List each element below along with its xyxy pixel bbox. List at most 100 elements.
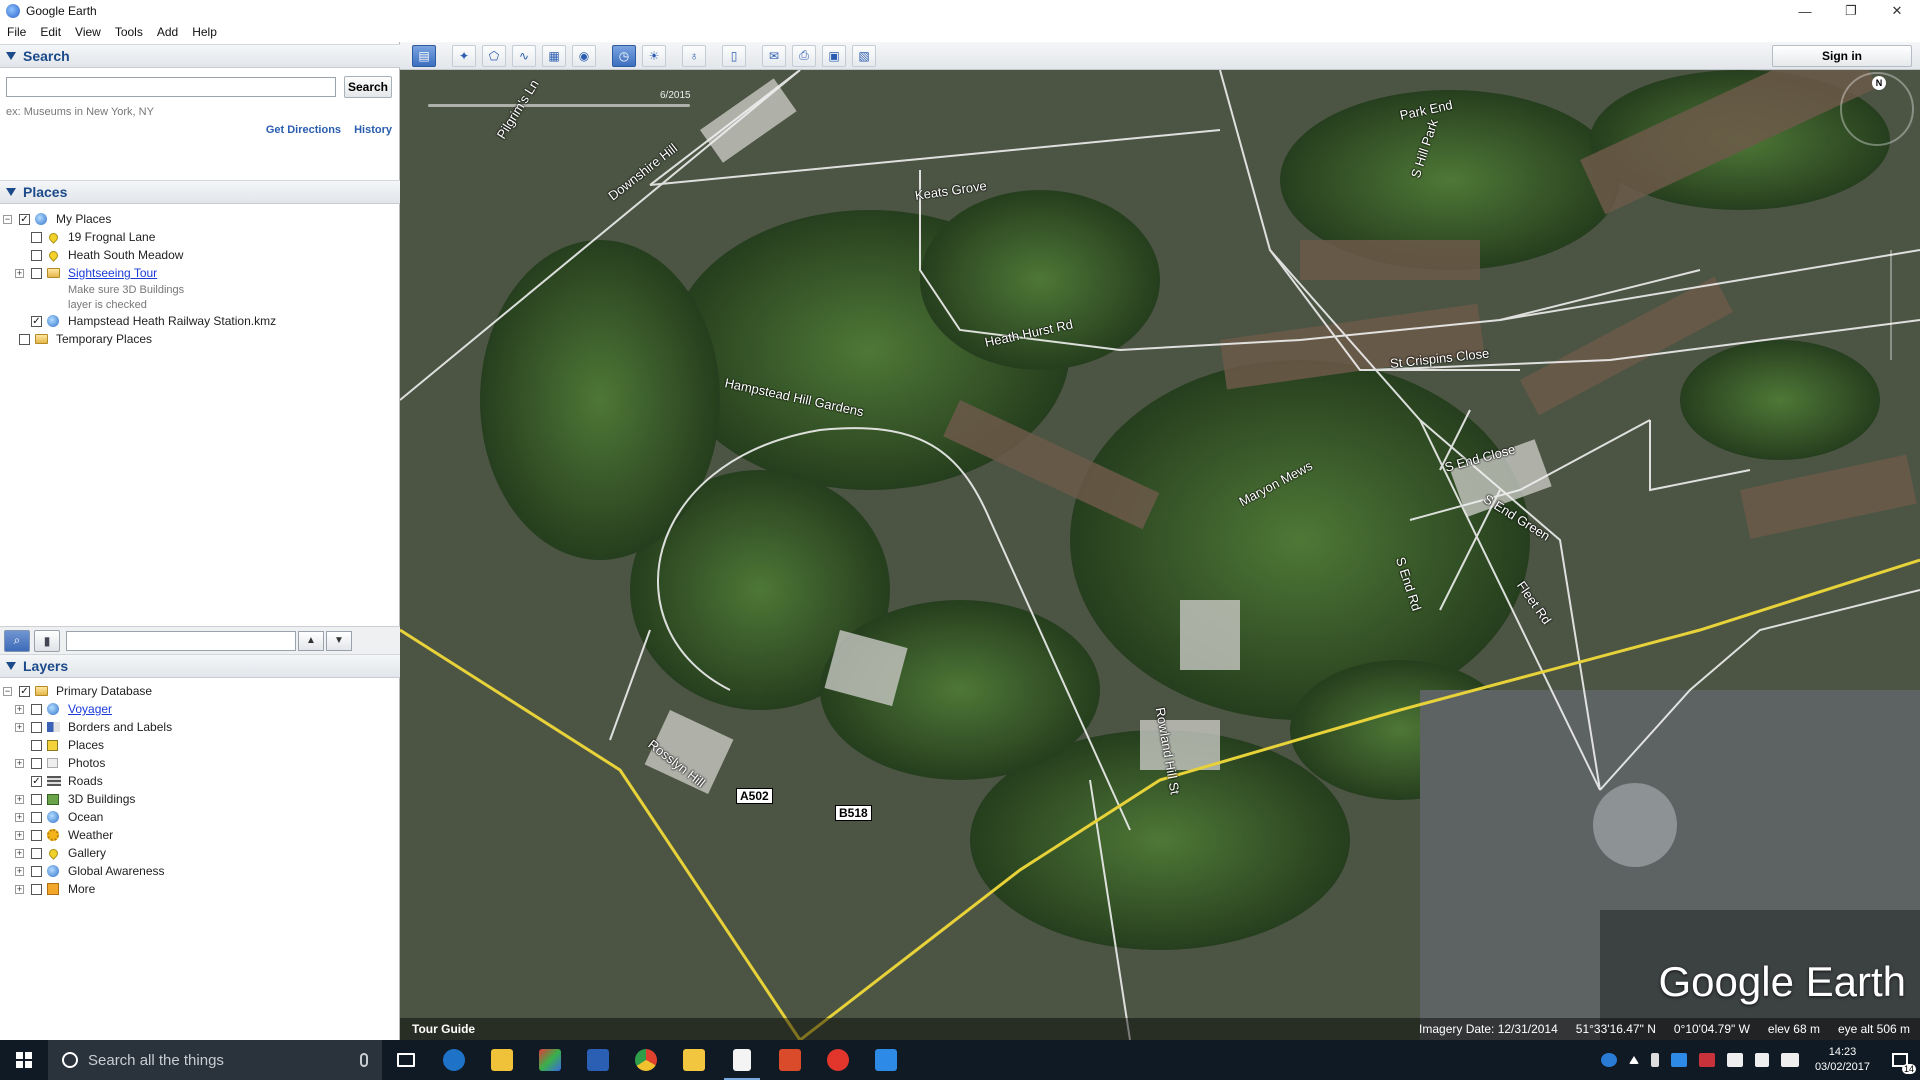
checkbox[interactable] (31, 883, 42, 895)
checkbox[interactable] (31, 721, 42, 733)
switch-planet-icon[interactable]: ♁ (682, 44, 706, 67)
expand-icon[interactable]: + (15, 884, 24, 894)
historical-imagery-icon[interactable]: ◷ (612, 44, 636, 67)
save-image-icon[interactable]: ▣ (822, 44, 846, 67)
start-button[interactable] (0, 1040, 48, 1080)
add-placemark-icon[interactable]: ✦ (452, 44, 476, 67)
tree-label[interactable]: Borders and Labels (68, 720, 172, 734)
collapse-icon[interactable]: − (3, 214, 12, 224)
history-link[interactable]: History (354, 124, 392, 136)
checkbox[interactable] (31, 811, 42, 823)
action-center-button[interactable]: 14 (1880, 1040, 1920, 1080)
tree-label[interactable]: More (68, 882, 95, 896)
chrome-taskbar-button[interactable] (622, 1040, 670, 1080)
sidebar-toggle-icon[interactable]: ▤ (412, 44, 436, 67)
get-directions-link[interactable]: Get Directions (266, 124, 341, 136)
dropbox-tray-icon[interactable] (1670, 1053, 1687, 1067)
checkbox[interactable] (31, 231, 42, 243)
maximize-button[interactable]: ❐ (1828, 0, 1874, 22)
clock[interactable]: 14:23 03/02/2017 (1815, 1045, 1870, 1075)
sightseeing-tour-link[interactable]: Sightseeing Tour (68, 266, 157, 280)
tree-label[interactable]: 19 Frognal Lane (68, 230, 155, 244)
expand-icon[interactable]: + (15, 812, 24, 822)
info-icon[interactable] (1600, 1053, 1617, 1067)
add-image-overlay-icon[interactable]: ▦ (542, 44, 566, 67)
timeline-track[interactable] (428, 104, 690, 107)
expand-icon[interactable]: + (15, 794, 24, 804)
red-app-taskbar-button[interactable] (814, 1040, 862, 1080)
expand-icon[interactable]: + (15, 268, 24, 278)
tour-guide-button[interactable]: Tour Guide (412, 1022, 475, 1036)
dropbox-taskbar-button[interactable] (862, 1040, 910, 1080)
tree-label[interactable]: Hampstead Heath Railway Station.kmz (68, 314, 276, 328)
close-button[interactable]: ✕ (1874, 0, 1920, 22)
tree-label[interactable]: Gallery (68, 846, 106, 860)
checkbox[interactable] (31, 757, 42, 769)
document-taskbar-button[interactable] (718, 1040, 766, 1080)
tree-label[interactable]: Photos (68, 756, 105, 770)
expand-icon[interactable]: + (15, 704, 24, 714)
print-icon[interactable]: ⎙ (792, 44, 816, 67)
add-polygon-icon[interactable]: ⬠ (482, 44, 506, 67)
checkbox[interactable] (31, 249, 42, 261)
checkbox[interactable] (31, 793, 42, 805)
tree-label[interactable]: Primary Database (56, 684, 152, 698)
shield-icon[interactable] (1698, 1053, 1715, 1067)
checkbox[interactable] (31, 829, 42, 841)
ruler-icon[interactable]: ▯ (722, 44, 746, 67)
microphone-icon[interactable] (360, 1053, 368, 1067)
expand-icon[interactable]: + (15, 830, 24, 840)
places-header[interactable]: Places (0, 180, 400, 204)
view-in-maps-icon[interactable]: ▧ (852, 44, 876, 67)
search-button[interactable]: Search (344, 76, 392, 98)
chevron-up-icon[interactable] (1628, 1056, 1639, 1064)
navigation-compass[interactable]: N (1840, 72, 1914, 146)
expand-icon[interactable]: + (15, 848, 24, 858)
tree-label[interactable]: My Places (56, 212, 111, 226)
tree-label[interactable]: Weather (68, 828, 113, 842)
tree-label[interactable]: 3D Buildings (68, 792, 135, 806)
menu-add[interactable]: Add (150, 25, 185, 39)
office-taskbar-button[interactable] (766, 1040, 814, 1080)
network-icon[interactable] (1726, 1053, 1743, 1067)
map-view[interactable]: 6/2015 N Pilgrim's Ln Downshire Hill Kea… (400, 70, 1920, 1040)
move-down-button[interactable]: ▼ (326, 630, 352, 651)
sign-in-button[interactable]: Sign in (1772, 45, 1912, 67)
north-indicator[interactable]: N (1872, 76, 1886, 90)
task-view-button[interactable] (382, 1040, 430, 1080)
collapse-icon[interactable]: − (3, 686, 12, 696)
sunlight-icon[interactable]: ☀ (642, 44, 666, 67)
tree-label[interactable]: Places (68, 738, 104, 752)
checkbox[interactable] (31, 847, 42, 859)
expand-icon[interactable]: + (15, 866, 24, 876)
menu-tools[interactable]: Tools (108, 25, 150, 39)
search-header[interactable]: Search (0, 44, 400, 68)
taskbar-search-box[interactable]: Search all the things (48, 1040, 382, 1080)
tree-label[interactable]: Temporary Places (56, 332, 152, 346)
record-tour-icon[interactable]: ◉ (572, 44, 596, 67)
menu-help[interactable]: Help (185, 25, 224, 39)
checkbox[interactable] (19, 333, 30, 345)
tree-label[interactable]: Heath South Meadow (68, 248, 183, 262)
checkbox[interactable] (31, 703, 42, 715)
menu-edit[interactable]: Edit (33, 25, 68, 39)
tree-label[interactable]: Ocean (68, 810, 103, 824)
edge-taskbar-button[interactable] (430, 1040, 478, 1080)
zoom-slider[interactable] (1890, 250, 1892, 360)
usb-icon[interactable] (1650, 1053, 1659, 1067)
expand-icon[interactable]: + (15, 758, 24, 768)
minimize-button[interactable]: — (1782, 0, 1828, 22)
checkbox[interactable] (31, 267, 42, 279)
monitor-icon[interactable] (1780, 1053, 1799, 1067)
places-filter-input[interactable] (66, 630, 296, 651)
mail-taskbar-button[interactable] (670, 1040, 718, 1080)
layers-header[interactable]: Layers (0, 654, 400, 678)
voyager-link[interactable]: Voyager (68, 702, 112, 716)
checkbox[interactable] (31, 739, 42, 751)
menu-view[interactable]: View (68, 25, 108, 39)
checkbox[interactable]: ✓ (19, 685, 30, 697)
move-up-button[interactable]: ▲ (298, 630, 324, 651)
checkbox[interactable]: ✓ (31, 775, 42, 787)
historical-imagery-timeline[interactable]: 6/2015 (428, 90, 691, 112)
search-places-button[interactable]: ⌕ (4, 629, 30, 652)
